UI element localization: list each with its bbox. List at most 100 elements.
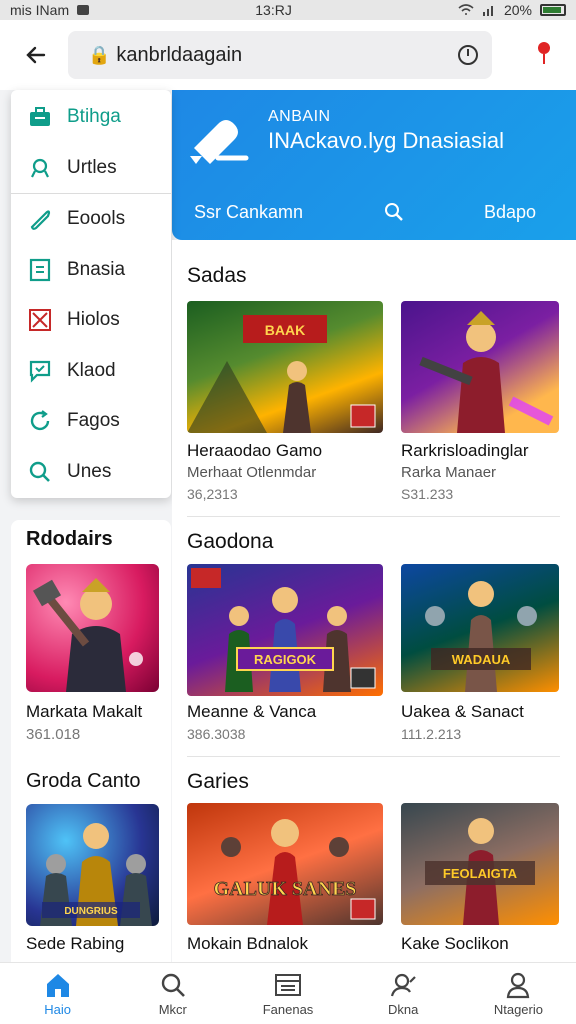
nav-profile[interactable]: Ntagerio: [461, 963, 576, 1024]
search-icon: [27, 459, 53, 485]
menu-item-urtles[interactable]: Urtles: [11, 143, 171, 194]
game-thumbnail[interactable]: [401, 301, 559, 433]
menu-item-klaod[interactable]: Klaod: [11, 346, 171, 397]
refresh-icon: [27, 408, 53, 434]
section-title: Sadas: [187, 264, 247, 287]
game-title[interactable]: Meanne & Vanca: [187, 702, 316, 722]
art-text: BAAK: [265, 322, 305, 338]
menu-item-hiolos[interactable]: Hiolos: [11, 295, 171, 346]
art-text: GALUK SANES: [214, 878, 357, 900]
game-thumbnail[interactable]: GALUK SANES: [187, 803, 383, 925]
heroes-artwork: RAGIGOK: [191, 568, 376, 692]
banner-logo-icon: [190, 120, 249, 164]
battery-percent: 20%: [503, 2, 532, 18]
status-time: 13:RJ: [255, 2, 292, 18]
menu-item-label: Hiolos: [67, 309, 120, 331]
status-right: 20%: [458, 2, 566, 18]
home-icon: [46, 974, 69, 997]
menu-item-label: Eoools: [67, 208, 126, 230]
game-meta: 111.2.213: [401, 726, 462, 742]
search-icon: [161, 973, 185, 997]
knight-artwork: [419, 311, 554, 433]
location-pin-icon[interactable]: [538, 42, 550, 64]
top-app-bar: 🔒 kanbrldaagain: [0, 20, 576, 90]
knight-artwork: FEOLAIGTA: [425, 818, 535, 925]
promo-banner[interactable]: ANBAIN INAckavo.lyg Dnasiasial Ssr Canka…: [172, 90, 576, 240]
bottom-navigation: Haio Mkcr Fanenas Dkna Ntagerio: [0, 962, 576, 1024]
back-button[interactable]: [16, 35, 56, 75]
lock-icon: 🔒: [88, 44, 111, 65]
tag-icon: [27, 206, 53, 232]
battle-artwork: GALUK SANES: [213, 819, 376, 925]
heroes-artwork: DUNGRIUS: [40, 823, 152, 926]
menu-item-label: Btihga: [67, 106, 121, 128]
side-card-meta: 361.018: [26, 726, 81, 743]
side-panel: Rdodairs Markata Makalt 361.018 Groda Ca…: [11, 520, 171, 970]
menu-item-unes[interactable]: Unes: [11, 447, 171, 498]
nav-label: Ntagerio: [493, 1002, 543, 1017]
nav-label: Dkna: [388, 1002, 419, 1017]
game-thumbnail[interactable]: WADAUA: [401, 564, 559, 692]
content-feed: Sadas BAAK Heraaodao Gamo Merhaat Otlenm…: [172, 240, 576, 962]
wifi-icon: [458, 4, 474, 15]
art-text: WADAUA: [452, 652, 511, 667]
dropdown-menu: Btihga Urtles Eoools Bnasia Hiolos Klaod…: [11, 90, 171, 498]
menu-item-eoools[interactable]: Eoools: [11, 194, 171, 245]
game-title[interactable]: Uakea & Sanact: [401, 702, 524, 722]
game-thumbnail[interactable]: DUNGRIUS: [26, 804, 159, 926]
search-input[interactable]: 🔒 kanbrldaagain: [68, 31, 492, 79]
battle-artwork: BAAK: [187, 315, 376, 433]
notification-icon: [77, 5, 90, 15]
game-subtitle: Merhaat Otlenmdar: [187, 464, 317, 481]
game-title[interactable]: Heraaodao Gamo: [187, 441, 322, 461]
game-thumbnail[interactable]: RAGIGOK: [187, 564, 383, 696]
menu-item-bnasia[interactable]: Bnasia: [11, 245, 171, 296]
game-thumbnail[interactable]: BAAK: [187, 301, 383, 433]
nav-discover[interactable]: Dkna: [346, 963, 461, 1024]
game-title[interactable]: Rarkrisloadinglar: [401, 441, 529, 461]
game-meta: S31.233: [401, 486, 454, 502]
side-heading-1: Rdodairs: [26, 528, 113, 550]
game-thumbnail[interactable]: [26, 564, 159, 692]
signal-icon: [482, 6, 493, 16]
timer-icon[interactable]: [458, 45, 478, 65]
nav-label: Fanenas: [262, 1002, 314, 1017]
art-text: DUNGRIUS: [64, 906, 118, 917]
menu-item-btihga[interactable]: Btihga: [11, 92, 171, 143]
menu-item-label: Fagos: [67, 410, 120, 432]
banner-link-left[interactable]: Ssr Cankamn: [194, 202, 303, 223]
status-left: mis INam: [10, 2, 90, 18]
game-meta: 386.3038: [187, 726, 246, 742]
side-card-title[interactable]: Sede Rabing: [26, 934, 124, 954]
menu-item-label: Klaod: [67, 359, 116, 381]
status-bar: mis INam 13:RJ 20%: [0, 0, 576, 20]
nav-search[interactable]: Mkcr: [115, 963, 230, 1024]
game-meta: 36,2313: [187, 486, 238, 502]
warriors-artwork: WADAUA: [425, 581, 537, 692]
menu-item-label: Unes: [67, 460, 112, 482]
game-thumbnail[interactable]: FEOLAIGTA: [401, 803, 559, 925]
side-card-title[interactable]: Markata Makalt: [26, 702, 142, 722]
game-title[interactable]: Mokain Bdnalok: [187, 934, 308, 954]
nav-label: Mkcr: [158, 1002, 187, 1017]
section-divider: [187, 516, 560, 517]
menu-item-fagos[interactable]: Fagos: [11, 396, 171, 447]
warrior-artwork: [32, 578, 143, 692]
arrow-left-icon: [26, 46, 46, 64]
person-search-icon: [391, 973, 416, 997]
search-query: kanbrldaagain: [116, 43, 243, 66]
banner-link-right[interactable]: Bdapo: [484, 202, 536, 223]
list-icon: [275, 974, 301, 996]
chat-icon: [27, 358, 53, 384]
battery-icon: [539, 4, 566, 16]
close-box-icon: [27, 307, 53, 333]
art-text: RAGIGOK: [254, 652, 317, 667]
nav-label: Haio: [44, 1002, 71, 1017]
game-title[interactable]: Kake Soclikon: [401, 934, 509, 954]
search-icon[interactable]: [384, 202, 404, 222]
section-divider: [187, 756, 560, 757]
status-carrier: mis INam: [10, 2, 70, 18]
nav-home[interactable]: Haio: [0, 963, 115, 1024]
nav-list[interactable]: Fanenas: [230, 963, 345, 1024]
art-text: FEOLAIGTA: [443, 866, 518, 881]
